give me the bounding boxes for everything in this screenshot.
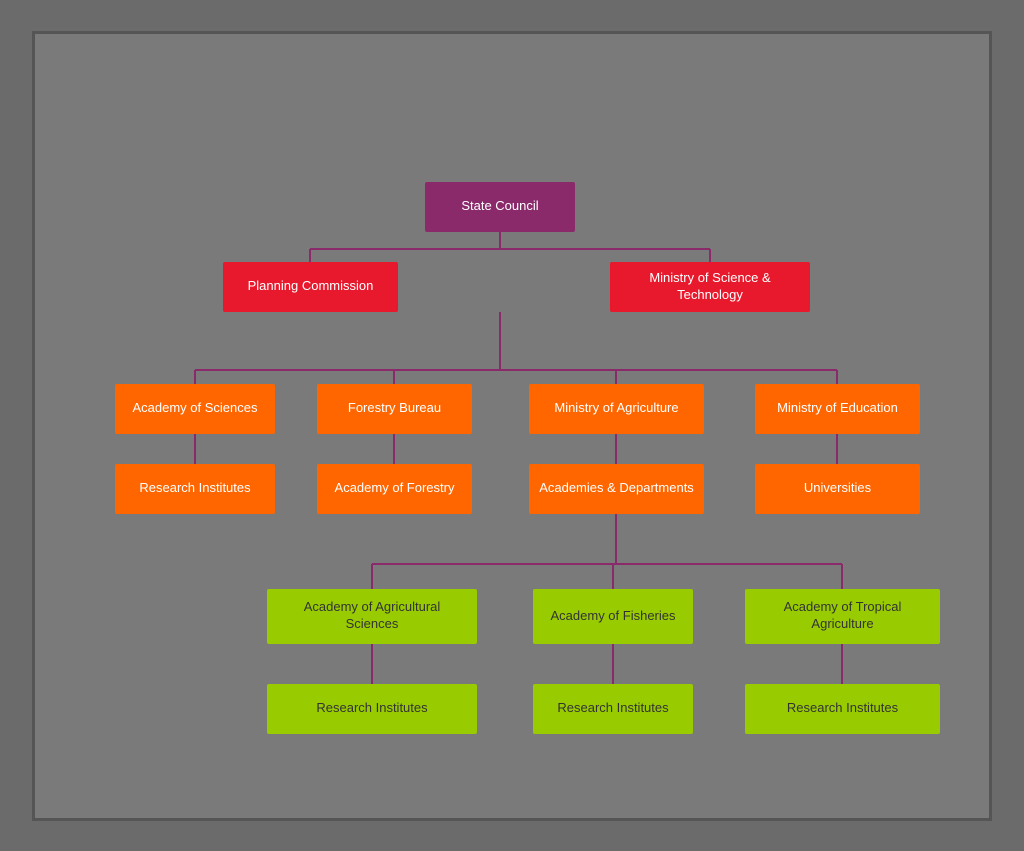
node-academy-forestry: Academy of Forestry — [317, 464, 472, 514]
node-academy-tropical: Academy of Tropical Agriculture — [745, 589, 940, 644]
node-academies-departments: Academies & Departments — [529, 464, 704, 514]
node-min-agriculture: Ministry of Agriculture — [529, 384, 704, 434]
node-academy-fisheries: Academy of Fisheries — [533, 589, 693, 644]
node-academy-agri-sciences: Academy of Agricultural Sciences — [267, 589, 477, 644]
node-academy-sciences: Academy of Sciences — [115, 384, 275, 434]
node-research-institutes-2: Research Institutes — [267, 684, 477, 734]
node-forestry-bureau: Forestry Bureau — [317, 384, 472, 434]
chart-container: State Council Planning Commission Minist… — [32, 31, 992, 821]
node-universities: Universities — [755, 464, 920, 514]
node-research-institutes-1: Research Institutes — [115, 464, 275, 514]
node-research-institutes-3: Research Institutes — [533, 684, 693, 734]
node-state-council: State Council — [425, 182, 575, 232]
node-min-education: Ministry of Education — [755, 384, 920, 434]
node-min-science-tech: Ministry of Science & Technology — [610, 262, 810, 312]
node-planning-commission: Planning Commission — [223, 262, 398, 312]
node-research-institutes-4: Research Institutes — [745, 684, 940, 734]
